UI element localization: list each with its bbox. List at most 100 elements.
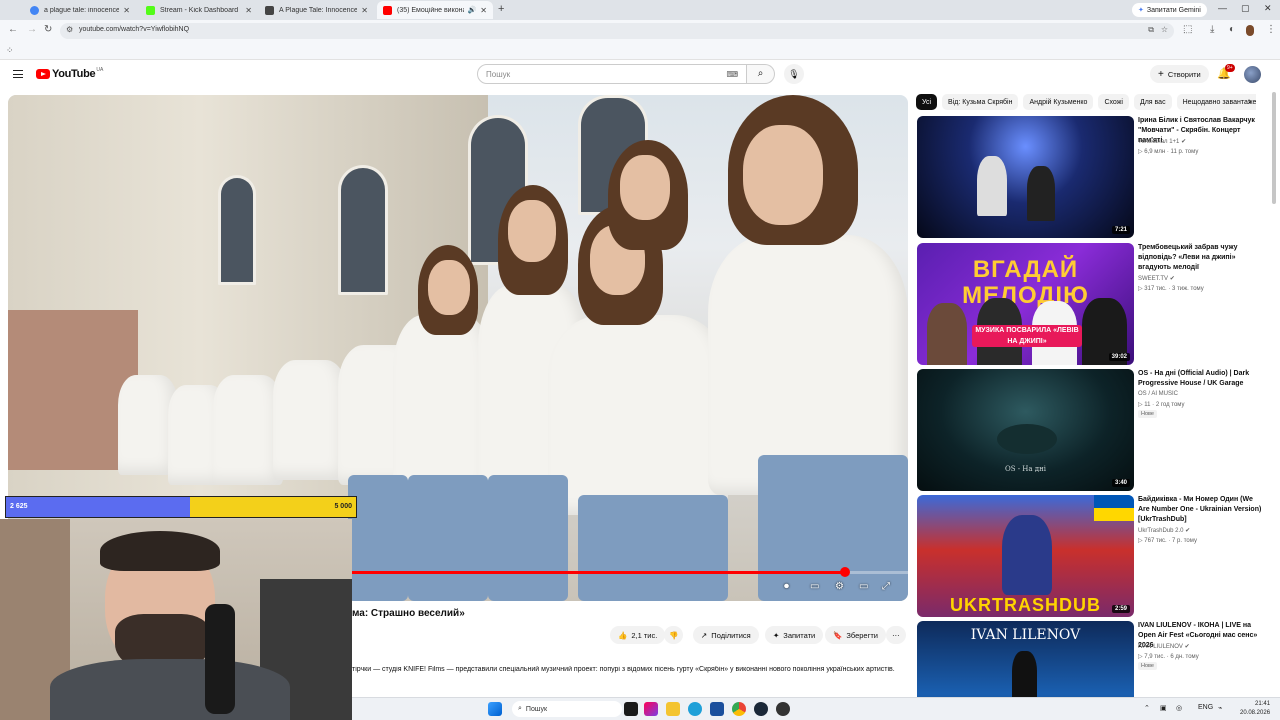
profile-avatar[interactable] [1246, 25, 1254, 36]
chip-related[interactable]: Схожі [1098, 94, 1129, 110]
recommendation-item[interactable]: UKRTRASHDUB 2:59 Байдиківка - Ми Номер О… [917, 495, 1267, 617]
browser-tab-4-active[interactable]: (35) Емоційне виконання 🔊 ✕ [377, 1, 493, 19]
theater-mode-icon[interactable]: ▭ [859, 581, 868, 592]
more-actions-button[interactable]: ⋯ [886, 626, 906, 644]
recommendation-item[interactable]: OS - На дні 3:40 OS - На дні (Official A… [917, 369, 1267, 491]
bookmark-star-icon[interactable]: ☆ [1161, 25, 1168, 34]
recommendation-thumbnail[interactable]: 7:21 [917, 116, 1134, 238]
tray-app-icon[interactable]: ◎ [1176, 704, 1182, 712]
webcam-microphone [205, 604, 235, 714]
account-avatar[interactable] [1244, 66, 1261, 83]
chip-all[interactable]: Усі [916, 94, 938, 110]
search-button[interactable]: ⌕ [747, 64, 775, 84]
settings-gear-icon[interactable]: ⚙ [835, 581, 844, 592]
browser-tab-2[interactable]: Stream - Kick Dashboard ✕ [140, 1, 258, 19]
save-icon: 🔖 [833, 630, 843, 640]
recommendation-thumbnail[interactable]: OS - На дні 3:40 [917, 369, 1134, 491]
keyboard-language[interactable]: ENG [1198, 704, 1213, 711]
menu-icon[interactable]: ⋮ [1266, 24, 1276, 35]
windows-start-icon[interactable] [488, 702, 502, 716]
youtube-icon [383, 5, 392, 15]
task-view-icon[interactable] [624, 702, 638, 716]
address-bar[interactable]: ⚙ youtube.com/watch?v=YiwflobihNQ ⧉ ☆ [60, 23, 1174, 39]
recommendation-channel[interactable]: UkrTrashDub 2.0 ✔ [1138, 527, 1190, 534]
thumbnail-overlay-text: OS - На дні [1004, 465, 1047, 473]
page-scrollbar[interactable] [1272, 92, 1276, 204]
tray-app-icon[interactable]: ▣ [1160, 704, 1167, 712]
profile-icon[interactable]: ◐ [1229, 24, 1235, 35]
taskbar-search[interactable]: ⌕ Пошук [512, 701, 622, 717]
install-app-icon[interactable]: ⧉ [1148, 25, 1154, 35]
maximize-button[interactable]: ▢ [1241, 3, 1250, 14]
recommendation-thumbnail[interactable]: IVAN LILENOV [917, 621, 1134, 697]
recommendation-item[interactable]: IVAN LILENOV IVAN LIULENOV - ІКОНА | LIV… [917, 621, 1267, 697]
chip-for-you[interactable]: Для вас [1133, 94, 1172, 110]
browser-tab-1[interactable]: a plague tale: innocence - Пош ✕ [24, 1, 136, 19]
recommendation-channel[interactable]: IVAN LIULENOV ✔ [1138, 643, 1190, 650]
video-description[interactable]: тірчки — студія KNIFE! Films — представи… [352, 666, 904, 673]
recommendation-channel[interactable]: Телеканал 1+1 ✔ [1138, 138, 1186, 145]
store-icon[interactable] [710, 702, 724, 716]
youtube-logo[interactable]: YouTube UA [36, 67, 103, 80]
browser-tab-3[interactable]: A Plague Tale: Innocence Price ✕ [259, 1, 374, 19]
autoplay-toggle[interactable]: ⏺ [784, 581, 789, 592]
close-tab-icon[interactable]: ✕ [480, 6, 487, 15]
chrome-icon[interactable] [732, 702, 746, 716]
recommendation-title[interactable]: OS - На дні (Official Audio) | Dark Prog… [1138, 369, 1266, 389]
search-input[interactable]: Пошук ⌨ [477, 64, 747, 84]
video-scrubber-handle[interactable] [840, 567, 850, 577]
recommendation-item[interactable]: 7:21 Ірина Білик і Святослав Вакарчук "М… [917, 116, 1267, 238]
duration-badge: 39:02 [1108, 353, 1130, 361]
video-title: ма: Страшно веселий» [352, 608, 465, 619]
reload-icon[interactable]: ↻ [44, 24, 52, 35]
thumbnail-overlay-text: IVAN LILENOV [970, 627, 1081, 643]
recommendation-title[interactable]: Трембовецький забрав чужу відповідь? «Ле… [1138, 243, 1266, 273]
taskbar-clock[interactable]: 21:41 20.08.2026 [1240, 700, 1270, 718]
minimize-button[interactable]: — [1218, 3, 1227, 13]
tray-overflow-icon[interactable]: ⌃ [1144, 704, 1150, 712]
share-button[interactable]: ↗ Поділитися [693, 626, 759, 644]
downloads-icon[interactable]: ⤓ [1210, 24, 1214, 35]
fullscreen-icon[interactable]: ⤢ [882, 581, 890, 592]
ask-button[interactable]: ✦ Запитати [765, 626, 824, 644]
recommendation-channel[interactable]: OS / AI MUSIC [1138, 391, 1178, 397]
edge-icon[interactable] [688, 702, 702, 716]
recommendation-thumbnail[interactable]: ВГАДАЙ МЕЛОДІЮ МУЗИКА ПОСВАРИЛА «ЛЕВІВ Н… [917, 243, 1134, 365]
chip-from-channel[interactable]: Від: Кузьма Скрябін [942, 94, 1019, 110]
close-window-button[interactable]: ✕ [1264, 3, 1272, 14]
recommendation-channel[interactable]: SWEET.TV ✔ [1138, 275, 1175, 282]
new-tab-button[interactable]: + [498, 3, 504, 15]
chips-next-chevron-icon[interactable]: › [1248, 96, 1251, 107]
apps-grid-icon[interactable]: ⁘ [6, 45, 14, 56]
dislike-button[interactable]: 👎 [664, 626, 684, 644]
verified-check-icon: ✔ [1184, 644, 1190, 650]
subtitles-icon[interactable]: ▭ [810, 581, 819, 592]
ask-gemini-button[interactable]: ✦ Запитати Gemini [1132, 3, 1207, 17]
site-info-icon[interactable]: ⚙ [66, 25, 73, 34]
wifi-icon[interactable]: ⌁ [1218, 704, 1222, 712]
recommendation-item[interactable]: ВГАДАЙ МЕЛОДІЮ МУЗИКА ПОСВАРИЛА «ЛЕВІВ Н… [917, 243, 1267, 365]
microphone-icon: 🎙 [788, 69, 800, 79]
steam-icon[interactable] [754, 702, 768, 716]
chip-recently-uploaded[interactable]: Нещодавно завантажені [1176, 94, 1256, 110]
close-tab-icon[interactable]: ✕ [123, 6, 130, 15]
keyboard-icon[interactable]: ⌨ [726, 70, 738, 79]
forward-icon[interactable]: → [27, 24, 37, 35]
save-button[interactable]: 🔖 Зберегти [825, 626, 886, 644]
recommendation-thumbnail[interactable]: UKRTRASHDUB 2:59 [917, 495, 1134, 617]
back-icon[interactable]: ← [8, 24, 18, 35]
close-tab-icon[interactable]: ✕ [361, 6, 368, 15]
copilot-icon[interactable] [644, 702, 658, 716]
close-tab-icon[interactable]: ✕ [245, 6, 252, 15]
audio-icon[interactable]: 🔊 [468, 6, 477, 14]
hamburger-menu-icon[interactable] [13, 70, 23, 78]
file-explorer-icon[interactable] [666, 702, 680, 716]
like-button[interactable]: 👍 2,1 тис. [610, 626, 666, 644]
extensions-icon[interactable]: ⬚ [1183, 24, 1192, 35]
recommendation-title[interactable]: Байдиківка - Ми Номер Один (We Are Numbe… [1138, 495, 1266, 525]
voice-search-button[interactable]: 🎙 [784, 64, 804, 84]
url-text[interactable]: youtube.com/watch?v=YiwflobihNQ [79, 26, 189, 33]
obs-icon[interactable] [776, 702, 790, 716]
create-button[interactable]: + Створити [1150, 65, 1209, 83]
chip-andriy-kuzmenko[interactable]: Андрій Кузьменко [1023, 94, 1094, 110]
